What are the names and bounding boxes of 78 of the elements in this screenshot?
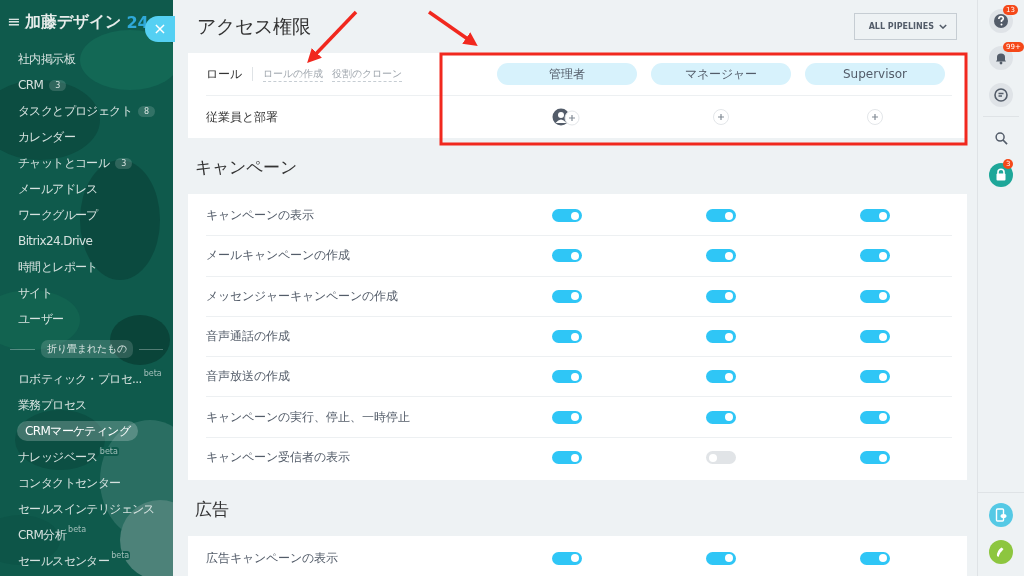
- role-pill[interactable]: 管理者: [497, 63, 637, 85]
- sidebar-item[interactable]: Bitrix24.Drive: [0, 228, 93, 254]
- toggle-switch[interactable]: [860, 330, 890, 344]
- permission-label: 音声通話の作成: [206, 328, 290, 346]
- toggle-switch[interactable]: [860, 249, 890, 263]
- beta-label: beta: [98, 447, 119, 456]
- counter-badge: 3: [49, 79, 66, 91]
- sidebar-item[interactable]: ロボティック・プロセ... $^{beta}$: [0, 366, 163, 392]
- sidebar-item[interactable]: 社内掲示板: [0, 46, 75, 72]
- add-icon[interactable]: [867, 109, 883, 125]
- role-pill[interactable]: Supervisor: [805, 63, 945, 85]
- pipelines-dropdown[interactable]: ALL PIPELINES: [853, 13, 957, 40]
- toggle-switch[interactable]: [860, 551, 890, 565]
- toggle-switch[interactable]: [860, 451, 890, 465]
- toggle-switch[interactable]: [706, 410, 736, 424]
- sidebar-item[interactable]: ワークグループ: [0, 202, 98, 228]
- sidebar-item[interactable]: チャットとコール 3: [0, 150, 132, 176]
- page-title: アクセス権限: [197, 13, 311, 39]
- chat-icon[interactable]: [989, 83, 1013, 107]
- sidebar-item[interactable]: CRM分析 $^{beta}$: [0, 522, 88, 548]
- toggle-switch[interactable]: [860, 289, 890, 303]
- sidebar-item[interactable]: ナレッジベース $^{beta}$: [0, 444, 119, 470]
- permission-label: メールキャンペーンの作成: [206, 247, 350, 265]
- sidebar-item[interactable]: コンタクトセンター: [0, 470, 121, 496]
- toggle-switch[interactable]: [552, 330, 582, 344]
- sidebar-item[interactable]: 時間とレポート: [0, 254, 98, 280]
- sidebar-item[interactable]: CRMマーケティング: [17, 421, 139, 441]
- toggle-switch[interactable]: [706, 289, 736, 303]
- sidebar-item[interactable]: CRM 3: [0, 72, 66, 98]
- permission-label: 音声放送の作成: [206, 368, 290, 386]
- toggle-switch[interactable]: [552, 249, 582, 263]
- toggle-switch[interactable]: [706, 370, 736, 384]
- logo-title: 加藤デザイン: [25, 11, 122, 33]
- annotation-arrow: [428, 10, 478, 46]
- role-pill[interactable]: マネージャー: [651, 63, 791, 85]
- toggle-switch[interactable]: [706, 330, 736, 344]
- beta-label: beta: [67, 525, 88, 534]
- permission-label: メッセンジャーキャンペーンの作成: [206, 287, 398, 305]
- sidebar-item[interactable]: サイト: [0, 280, 53, 306]
- permission-label: キャンペーン受信者の表示: [206, 449, 350, 467]
- toggle-switch[interactable]: [860, 370, 890, 384]
- phone-icon[interactable]: [989, 540, 1013, 564]
- permission-label: 広告キャンペーンの表示: [206, 549, 338, 567]
- search-icon[interactable]: [994, 131, 1008, 145]
- phone-cloud-icon[interactable]: [989, 503, 1013, 527]
- user-avatar-icon[interactable]: [552, 108, 582, 126]
- add-icon[interactable]: [713, 109, 729, 125]
- toggle-switch[interactable]: [706, 551, 736, 565]
- counter-badge: 3: [115, 157, 132, 169]
- toggle-switch[interactable]: [552, 370, 582, 384]
- sidebar-item[interactable]: セールスセンター $^{beta}$: [0, 548, 131, 574]
- row-label: 従業員と部署: [206, 108, 278, 126]
- menu-button[interactable]: ≡: [7, 14, 21, 30]
- section-title: 広告: [194, 498, 230, 522]
- sidebar-item[interactable]: セールスインテリジェンス: [0, 496, 155, 522]
- roles-label: ロール: [206, 65, 242, 83]
- sidebar-item[interactable]: メールアドレス: [0, 176, 98, 202]
- toggle-switch[interactable]: [552, 551, 582, 565]
- toggle-switch[interactable]: [860, 209, 890, 223]
- toggle-switch[interactable]: [706, 451, 736, 465]
- toggle-switch[interactable]: [552, 289, 582, 303]
- section-title: キャンペーン: [194, 156, 298, 179]
- toggle-switch[interactable]: [706, 249, 736, 263]
- sidebar-item[interactable]: カレンダー: [0, 124, 75, 150]
- collapsed-label[interactable]: 折り畳まれたもの: [40, 340, 133, 358]
- toggle-switch[interactable]: [552, 451, 582, 465]
- permission-label: キャンペーンの表示: [206, 207, 314, 225]
- counter-badge: 8: [138, 105, 155, 117]
- beta-label: beta: [110, 551, 131, 560]
- chevron-down-icon: [939, 24, 947, 29]
- toggle-switch[interactable]: [706, 209, 736, 223]
- toggle-switch[interactable]: [552, 410, 582, 424]
- sidebar-item[interactable]: タスクとプロジェクト 8: [0, 98, 155, 124]
- toggle-switch[interactable]: [552, 209, 582, 223]
- permission-label: キャンペーンの実行、停止、一時停止: [206, 408, 410, 426]
- beta-label: beta: [142, 369, 163, 378]
- toggle-switch[interactable]: [860, 410, 890, 424]
- sidebar-item[interactable]: 業務プロセス: [0, 392, 87, 418]
